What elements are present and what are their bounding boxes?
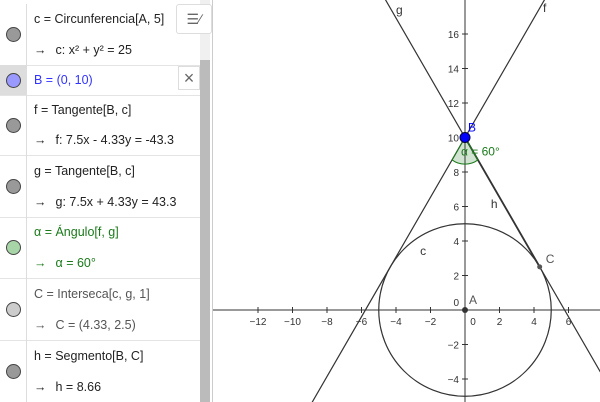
algebra-item[interactable]: C = Interseca[c, g, 1] → C = (4.33, 2.5) xyxy=(0,278,200,341)
definition-text: c = Circunferencia[A, 5] xyxy=(34,12,165,27)
arrow-icon: → xyxy=(34,42,47,57)
label-h: h xyxy=(491,197,498,211)
output-text: → α = 60° xyxy=(34,256,119,270)
visibility-dot-icon xyxy=(5,117,21,133)
definition-text: α = Ángulo[f, g] xyxy=(34,225,119,240)
line-f xyxy=(311,0,546,402)
y-tick-label: 12 xyxy=(448,99,460,110)
arrow-icon: → xyxy=(34,133,47,147)
scrollbar-thumb[interactable] xyxy=(200,60,210,402)
label-g: g xyxy=(396,3,403,17)
output-text: → c: x² + y² = 25 xyxy=(34,43,164,57)
visibility-toggle[interactable] xyxy=(0,278,27,340)
y-tick-label: 4 xyxy=(453,237,459,248)
label-B: B xyxy=(468,121,476,135)
visibility-toggle[interactable] xyxy=(0,4,27,65)
y-tick-label: 2 xyxy=(453,272,459,283)
output-value: C = (4.33, 2.5) xyxy=(55,317,136,332)
label-c: c xyxy=(420,244,426,258)
definition-text: C = Interseca[c, g, 1] xyxy=(34,286,150,301)
x-tick-label: −10 xyxy=(284,317,301,328)
output-text: → f: 7.5x - 4.33y = -43.3 xyxy=(34,133,174,147)
close-button[interactable]: × xyxy=(178,66,200,90)
style-bar-toggle-button[interactable]: ☰∕ xyxy=(176,4,212,34)
output-text: → h = 8.66 xyxy=(34,380,143,394)
algebra-item[interactable]: B = (0, 10) xyxy=(0,65,200,96)
graphics-view[interactable]: −12 −10 −8 −6 −4 −2 0 2 4 6−4−22468101214160 ABCch… xyxy=(213,0,600,402)
point-A xyxy=(462,307,468,313)
output-value: g: 7.5x + 4.33y = 43.3 xyxy=(55,194,177,209)
x-tick-label: −8 xyxy=(321,317,333,328)
y-tick-label: 10 xyxy=(448,134,460,145)
arrow-icon: → xyxy=(34,317,47,332)
visibility-dot-icon xyxy=(5,27,21,42)
visibility-dot-icon xyxy=(5,72,21,88)
y-tick-label: 6 xyxy=(453,203,459,214)
output-value: h = 8.66 xyxy=(55,379,102,394)
definition-text: B = (0, 10) xyxy=(34,73,93,87)
output-text: → C = (4.33, 2.5) xyxy=(34,318,150,332)
visibility-toggle[interactable] xyxy=(0,65,27,95)
point-C xyxy=(537,264,543,270)
algebra-item[interactable]: g = Tangente[B, c] → g: 7.5x + 4.33y = 43.… xyxy=(0,155,200,218)
y-tick-label: −4 xyxy=(448,375,460,386)
origin-label: 0 xyxy=(453,298,459,309)
visibility-dot-icon xyxy=(5,178,21,194)
visibility-dot-icon xyxy=(5,363,21,379)
y-tick-label: 16 xyxy=(448,30,460,41)
definition-text: g = Tangente[B, c] xyxy=(34,163,135,178)
arrow-icon: → xyxy=(34,194,47,209)
output-text: → g: 7.5x + 4.33y = 43.3 xyxy=(34,195,176,209)
label-A: A xyxy=(469,293,477,307)
y-tick-label: 8 xyxy=(453,168,459,179)
label-C: C xyxy=(546,252,555,266)
x-tick-label: 4 xyxy=(531,317,537,328)
definition-text: f = Tangente[B, c] xyxy=(34,103,132,117)
arrow-icon: → xyxy=(34,379,47,394)
style-bar-icon: ☰∕ xyxy=(186,10,202,27)
output-value: α = 60° xyxy=(55,255,96,270)
output-value: f: 7.5x - 4.33y = -43.3 xyxy=(55,133,174,147)
algebra-item[interactable]: f = Tangente[B, c] → f: 7.5x - 4.33y = -43… xyxy=(0,95,200,156)
arrow-icon: → xyxy=(34,255,47,270)
visibility-toggle[interactable] xyxy=(0,340,27,402)
x-tick-label: −2 xyxy=(425,317,437,328)
algebra-item[interactable]: h = Segmento[B, C] → h = 8.66 xyxy=(0,340,200,402)
algebra-item[interactable]: c = Circunferencia[A, 5] → c: x² + y² = 25 xyxy=(0,4,200,66)
x-tick-label: 2 xyxy=(497,317,503,328)
output-value: c: x² + y² = 25 xyxy=(55,42,132,57)
x-tick-label: 6 xyxy=(566,317,572,328)
label-alpha: α = 60° xyxy=(461,145,500,159)
visibility-dot-icon xyxy=(5,301,21,317)
visibility-toggle[interactable] xyxy=(0,155,27,217)
visibility-toggle[interactable] xyxy=(0,217,27,278)
algebra-view: c = Circunferencia[A, 5] → c: x² + y² = 25… xyxy=(0,0,213,402)
x-tick-label: 0 xyxy=(470,317,476,328)
definition-text: h = Segmento[B, C] xyxy=(34,348,144,363)
algebra-item[interactable]: α = Ángulo[f, g] → α = 60° xyxy=(0,217,200,279)
x-tick-label: −12 xyxy=(250,317,267,328)
y-tick-label: 14 xyxy=(448,65,460,76)
x-tick-label: −4 xyxy=(390,317,402,328)
label-f: f xyxy=(543,1,547,15)
y-tick-label: −2 xyxy=(448,341,460,352)
visibility-toggle[interactable] xyxy=(0,95,27,155)
visibility-dot-icon xyxy=(5,240,21,255)
close-icon: × xyxy=(183,67,195,88)
